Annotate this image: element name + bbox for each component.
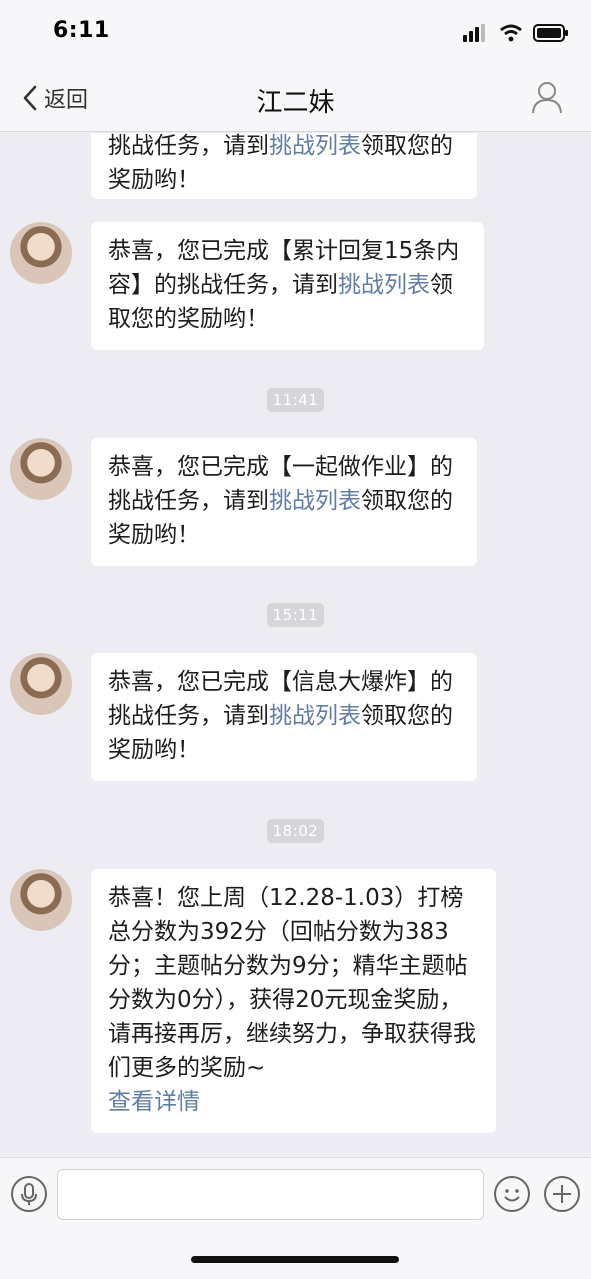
challenge-list-link[interactable]: 挑战列表 — [338, 272, 430, 298]
message-text: 挑战任务，请到 — [108, 133, 269, 159]
message-input[interactable] — [57, 1169, 484, 1220]
emoji-button[interactable] — [494, 1176, 530, 1212]
message-bubble: 恭喜！您上周（12.28-1.03）打榜总分数为392分（回帖分数为383分；主… — [91, 869, 496, 1133]
timestamp: 18:02 — [266, 819, 325, 843]
plus-icon — [553, 1185, 571, 1203]
status-bar: 6:11 — [0, 0, 591, 64]
message-bubble: 恭喜，您已完成【一起做作业】的挑战任务，请到挑战列表领取您的奖励哟！ — [91, 438, 477, 566]
challenge-list-link[interactable]: 挑战列表 — [269, 488, 361, 514]
challenge-list-link[interactable]: 挑战列表 — [269, 703, 361, 729]
time-separator: 11:41 — [0, 388, 591, 412]
timestamp: 11:41 — [266, 388, 325, 412]
challenge-list-link[interactable]: 挑战列表 — [269, 133, 361, 159]
message-bubble: 恭喜，您已完成【信息大爆炸】的挑战任务，请到挑战列表领取您的奖励哟！ — [91, 653, 477, 781]
voice-button[interactable] — [11, 1176, 47, 1212]
navigation-bar: 返回 江二妹 — [0, 64, 591, 132]
status-time: 6:11 — [53, 18, 110, 43]
chat-title: 江二妹 — [256, 88, 335, 118]
avatar[interactable] — [10, 222, 72, 284]
message-bubble: 恭喜，您已完成【累计回复15条内容】的挑战任务，请到挑战列表领取您的奖励哟！ — [91, 222, 484, 350]
time-separator: 15:11 — [0, 603, 591, 627]
profile-button[interactable] — [531, 80, 563, 118]
more-button[interactable] — [544, 1176, 580, 1212]
home-indicator — [191, 1256, 399, 1263]
message-text: 恭喜！您上周（12.28-1.03）打榜总分数为392分（回帖分数为383分；主… — [108, 885, 476, 1081]
message-bubble: 挑战任务，请到挑战列表领取您的奖励哟！ — [91, 133, 477, 199]
battery-icon — [533, 24, 568, 42]
view-details-link[interactable]: 查看详情 — [108, 1089, 200, 1115]
avatar[interactable] — [10, 653, 72, 715]
avatar[interactable] — [10, 869, 72, 931]
chat-area[interactable]: 挑战任务，请到挑战列表领取您的奖励哟！ 恭喜，您已完成【累计回复15条内容】的挑… — [0, 133, 591, 1157]
timestamp: 15:11 — [266, 603, 325, 627]
wifi-icon — [500, 24, 522, 42]
avatar[interactable] — [10, 438, 72, 500]
cellular-signal-icon — [463, 24, 485, 42]
smiley-icon — [504, 1189, 520, 1202]
status-icons — [463, 24, 569, 42]
microphone-icon — [21, 1183, 37, 1205]
time-separator: 18:02 — [0, 819, 591, 843]
person-icon — [532, 82, 562, 114]
